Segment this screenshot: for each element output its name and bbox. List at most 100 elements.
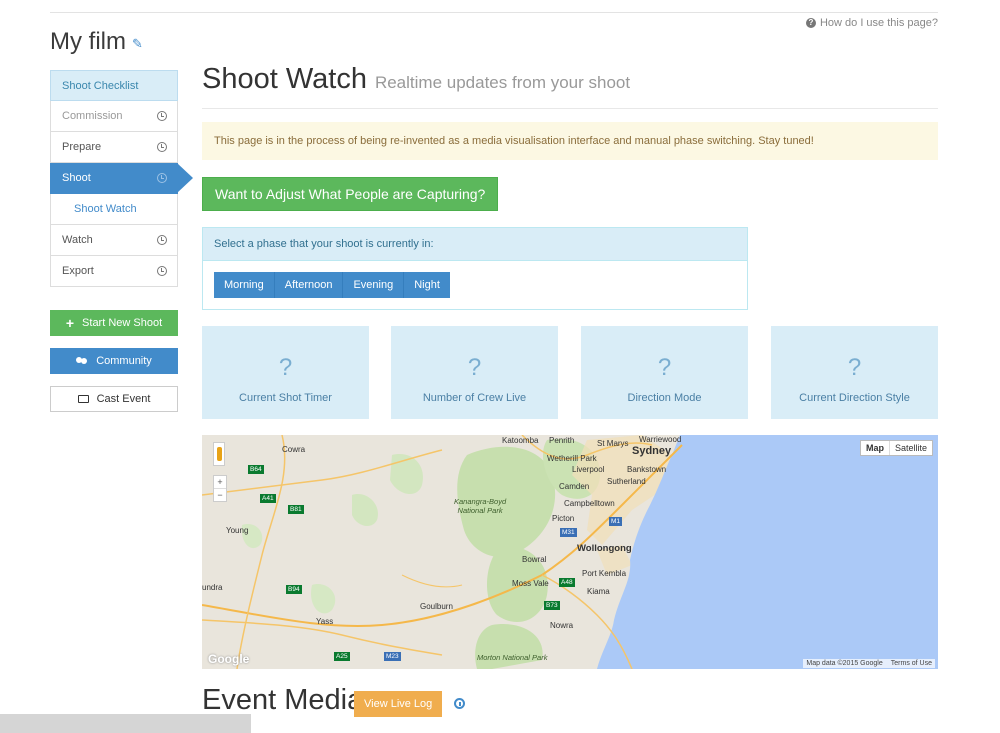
community-label: Community xyxy=(96,355,152,367)
sidebar-item-export[interactable]: Export xyxy=(50,256,178,287)
map-label-undra: undra xyxy=(202,583,223,592)
map-canvas xyxy=(202,435,938,669)
film-title-text: My film xyxy=(50,28,126,55)
map-label-sutherland: Sutherland xyxy=(607,477,646,486)
page-title-text: Shoot Watch xyxy=(202,63,367,95)
map-type-satellite-button[interactable]: Satellite xyxy=(890,441,932,455)
route-shield: B94 xyxy=(286,585,302,594)
map-label-port-kembla: Port Kembla xyxy=(582,569,627,578)
route-shield: B73 xyxy=(544,601,560,610)
phase-button-group: Morning Afternoon Evening Night xyxy=(214,272,450,298)
map-label-warriewood: Warriewood xyxy=(639,435,682,444)
phase-button-morning[interactable]: Morning xyxy=(214,272,275,298)
sidebar-item-label: Prepare xyxy=(62,141,102,153)
map-label-campbelltown: Campbelltown xyxy=(564,499,615,508)
zoom-out-button[interactable]: − xyxy=(214,489,226,501)
cast-event-button[interactable]: Cast Event xyxy=(50,386,178,412)
map-label-liverpool: Liverpool xyxy=(572,465,605,474)
sidebar-item-shoot-checklist[interactable]: Shoot Checklist xyxy=(50,70,178,101)
stat-current-direction-style: ? Current Direction Style xyxy=(771,326,938,419)
clock-icon xyxy=(157,266,167,276)
sidebar-item-watch[interactable]: Watch xyxy=(50,225,178,256)
view-live-log-button[interactable]: View Live Log xyxy=(354,691,443,717)
map-label-st-marys: St Marys xyxy=(597,439,629,448)
map-type-toggle: Map Satellite xyxy=(859,440,933,456)
sidebar-item-commission[interactable]: Commission xyxy=(50,101,178,132)
sidebar-item-label: Commission xyxy=(62,110,123,122)
map-label-sydney: Sydney xyxy=(632,445,672,457)
map-type-map-button[interactable]: Map xyxy=(861,441,890,455)
question-icon: ? xyxy=(805,18,816,28)
adjust-capturing-button[interactable]: Want to Adjust What People are Capturing… xyxy=(202,177,499,211)
cast-icon xyxy=(77,395,89,403)
stat-current-shot-timer: ? Current Shot Timer xyxy=(202,326,369,419)
notice-text: This page is in the process of being re-… xyxy=(214,135,814,147)
info-icon[interactable] xyxy=(454,698,465,709)
clock-icon xyxy=(157,111,167,121)
page-title: Shoot Watch Realtime updates from your s… xyxy=(202,63,630,96)
map-terms-link[interactable]: Terms of Use xyxy=(891,660,932,667)
help-link-label: How do I use this page? xyxy=(819,17,938,29)
stat-label: Current Direction Style xyxy=(799,392,910,404)
map-label-wollongong: Wollongong xyxy=(577,543,632,554)
sidebar-item-label: Shoot Watch xyxy=(74,203,137,215)
sidebar-item-label: Watch xyxy=(62,234,93,246)
route-shield: A48 xyxy=(559,578,575,587)
stat-direction-mode: ? Direction Mode xyxy=(581,326,748,419)
plus-icon: + xyxy=(65,315,75,331)
pegman-icon[interactable] xyxy=(213,442,225,466)
map-label-camden: Camden xyxy=(559,482,590,491)
map-label-wetherill-park: Wetherill Park xyxy=(547,454,597,463)
stat-number-of-crew-live: ? Number of Crew Live xyxy=(391,326,558,419)
sidebar-nav: Shoot Checklist Commission Prepare Shoot… xyxy=(50,70,193,287)
route-shield: B81 xyxy=(288,505,304,514)
phase-button-evening[interactable]: Evening xyxy=(343,272,405,298)
edit-pencil-icon[interactable]: ✎ xyxy=(132,36,143,52)
stat-label: Direction Mode xyxy=(627,392,702,404)
clock-icon xyxy=(157,235,167,245)
zoom-control: + − xyxy=(213,475,227,502)
stat-value: ? xyxy=(847,354,862,381)
phase-button-night[interactable]: Night xyxy=(404,272,450,298)
sidebar-item-prepare[interactable]: Prepare xyxy=(50,132,178,163)
stat-value: ? xyxy=(467,354,482,381)
route-shield: M31 xyxy=(560,528,577,537)
map-label-penrith: Penrith xyxy=(549,436,575,445)
horizontal-scrollbar[interactable] xyxy=(0,714,251,733)
cast-event-label: Cast Event xyxy=(96,393,151,405)
sidebar-item-shoot-watch[interactable]: Shoot Watch xyxy=(50,194,178,225)
route-shield: B64 xyxy=(248,465,264,474)
phase-panel: Select a phase that your shoot is curren… xyxy=(202,227,748,310)
adjust-capturing-label: Want to Adjust What People are Capturing… xyxy=(215,186,486,202)
zoom-in-button[interactable]: + xyxy=(214,476,226,489)
route-shield: A25 xyxy=(334,652,350,661)
start-new-shoot-button[interactable]: + Start New Shoot xyxy=(50,310,178,336)
view-live-log-label: View Live Log xyxy=(364,698,433,710)
stat-value: ? xyxy=(657,354,672,381)
phase-panel-heading: Select a phase that your shoot is curren… xyxy=(203,228,747,261)
help-link[interactable]: ? How do I use this page? xyxy=(805,17,938,29)
clock-icon xyxy=(157,173,167,183)
map-label-morton-national-park: Morton National Park xyxy=(477,653,548,662)
community-button[interactable]: Community xyxy=(50,348,178,374)
clock-icon xyxy=(157,142,167,152)
map-label-yass: Yass xyxy=(316,617,334,626)
stat-label: Current Shot Timer xyxy=(239,392,332,404)
map-label-katoomba: Katoomba xyxy=(502,436,539,445)
sidebar-item-label: Shoot xyxy=(62,172,91,184)
route-shield: M1 xyxy=(609,517,623,526)
stat-value: ? xyxy=(278,354,293,381)
map-label-bankstown: Bankstown xyxy=(627,465,667,474)
event-map[interactable]: + − Map Satellite Katoomba Penrith St Ma… xyxy=(202,435,938,669)
sidebar-item-shoot[interactable]: Shoot xyxy=(50,163,193,194)
sidebar-item-label: Export xyxy=(62,265,94,277)
phase-prompt: Select a phase that your shoot is curren… xyxy=(214,238,434,250)
map-label-picton: Picton xyxy=(552,514,575,523)
map-label-nowra: Nowra xyxy=(550,621,574,630)
route-shield: M23 xyxy=(384,652,401,661)
notice-alert: This page is in the process of being re-… xyxy=(202,122,938,160)
phase-button-afternoon[interactable]: Afternoon xyxy=(274,272,344,298)
users-icon xyxy=(76,356,88,366)
map-label-cowra: Cowra xyxy=(282,445,306,454)
top-divider xyxy=(50,12,938,13)
